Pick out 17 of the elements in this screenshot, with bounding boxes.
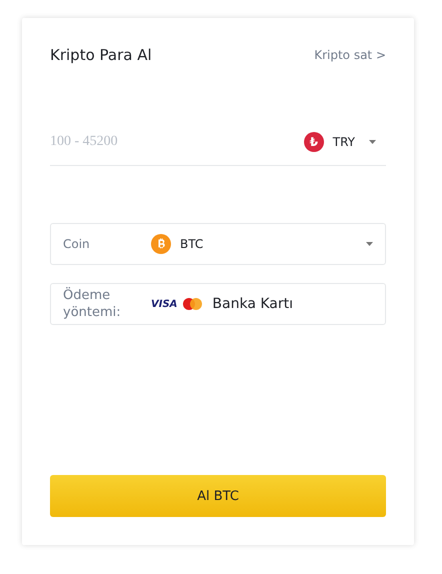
bitcoin-icon: [151, 234, 171, 254]
coin-select[interactable]: Coin BTC: [50, 223, 386, 265]
amount-field[interactable]: 100 - 45200: [50, 134, 304, 150]
caret-icon: [366, 242, 373, 246]
payment-method-select[interactable]: Ödeme yöntemi: VISA Banka Kartı: [50, 283, 386, 325]
coin-value: BTC: [180, 237, 204, 251]
coin-label: Coin: [63, 237, 91, 251]
caret-icon: [369, 140, 376, 144]
visa-logo: VISA: [151, 298, 178, 310]
payment-method-value: Banka Kartı: [212, 296, 294, 312]
mastercard-icon: [183, 298, 202, 310]
payment-method-label: Ödeme yöntemi:: [63, 287, 122, 321]
buy-button[interactable]: Al BTC: [50, 475, 386, 517]
sell-crypto-link[interactable]: Kripto sat >: [314, 48, 386, 62]
lira-icon: ₺: [304, 132, 324, 152]
currency-value: TRY: [332, 134, 355, 148]
page-title: Kripto Para Al: [50, 46, 152, 64]
